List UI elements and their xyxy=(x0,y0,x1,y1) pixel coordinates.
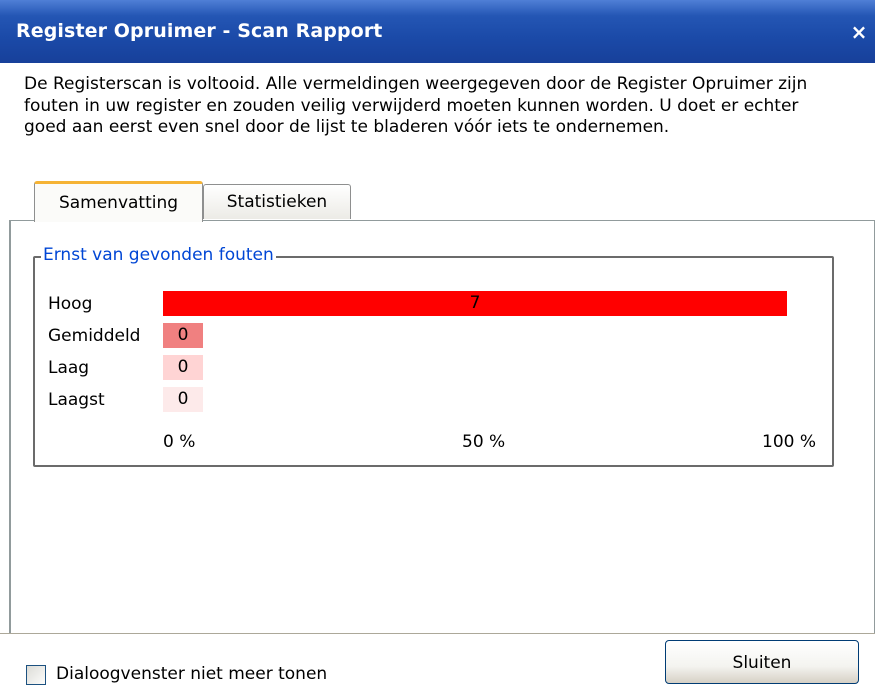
severity-row-label: Gemiddeld xyxy=(48,326,141,346)
intro-text: De Registerscan is voltooid. Alle vermel… xyxy=(24,74,808,137)
checkbox-label[interactable]: Dialoogvenster niet meer tonen xyxy=(56,663,327,685)
tab-statistieken[interactable]: Statistieken xyxy=(203,184,351,219)
severity-row-label: Laagst xyxy=(48,390,105,410)
severity-row-label: Hoog xyxy=(48,294,93,314)
axis-label-0: 0 % xyxy=(163,432,196,452)
severity-bar: 0 xyxy=(163,323,203,348)
close-button[interactable]: Sluiten xyxy=(665,640,859,684)
severity-row-label: Laag xyxy=(48,358,90,378)
axis-label-100: 100 % xyxy=(762,432,817,452)
scan-report-window: Register Opruimer - Scan Rapport × De Re… xyxy=(0,0,875,697)
window-title: Register Opruimer - Scan Rapport xyxy=(16,20,383,42)
severity-groupbox: Ernst van gevonden fouten Hoog 7 Gemiddeld… xyxy=(33,244,834,467)
close-icon[interactable]: × xyxy=(849,20,869,44)
title-bar[interactable]: Register Opruimer - Scan Rapport × xyxy=(0,0,875,63)
checkbox-box[interactable] xyxy=(26,665,46,685)
tab-samenvatting[interactable]: Samenvatting xyxy=(34,181,203,222)
severity-bar: 0 xyxy=(163,387,203,412)
tab-panel-samenvatting: Ernst van gevonden fouten Hoog 7 Gemiddeld… xyxy=(10,220,875,634)
severity-bar: 0 xyxy=(163,355,203,380)
severity-bar: 7 xyxy=(163,291,787,316)
severity-legend: Ernst van gevonden fouten xyxy=(41,244,276,266)
footer-divider xyxy=(0,633,875,634)
axis-label-50: 50 % xyxy=(462,432,506,452)
